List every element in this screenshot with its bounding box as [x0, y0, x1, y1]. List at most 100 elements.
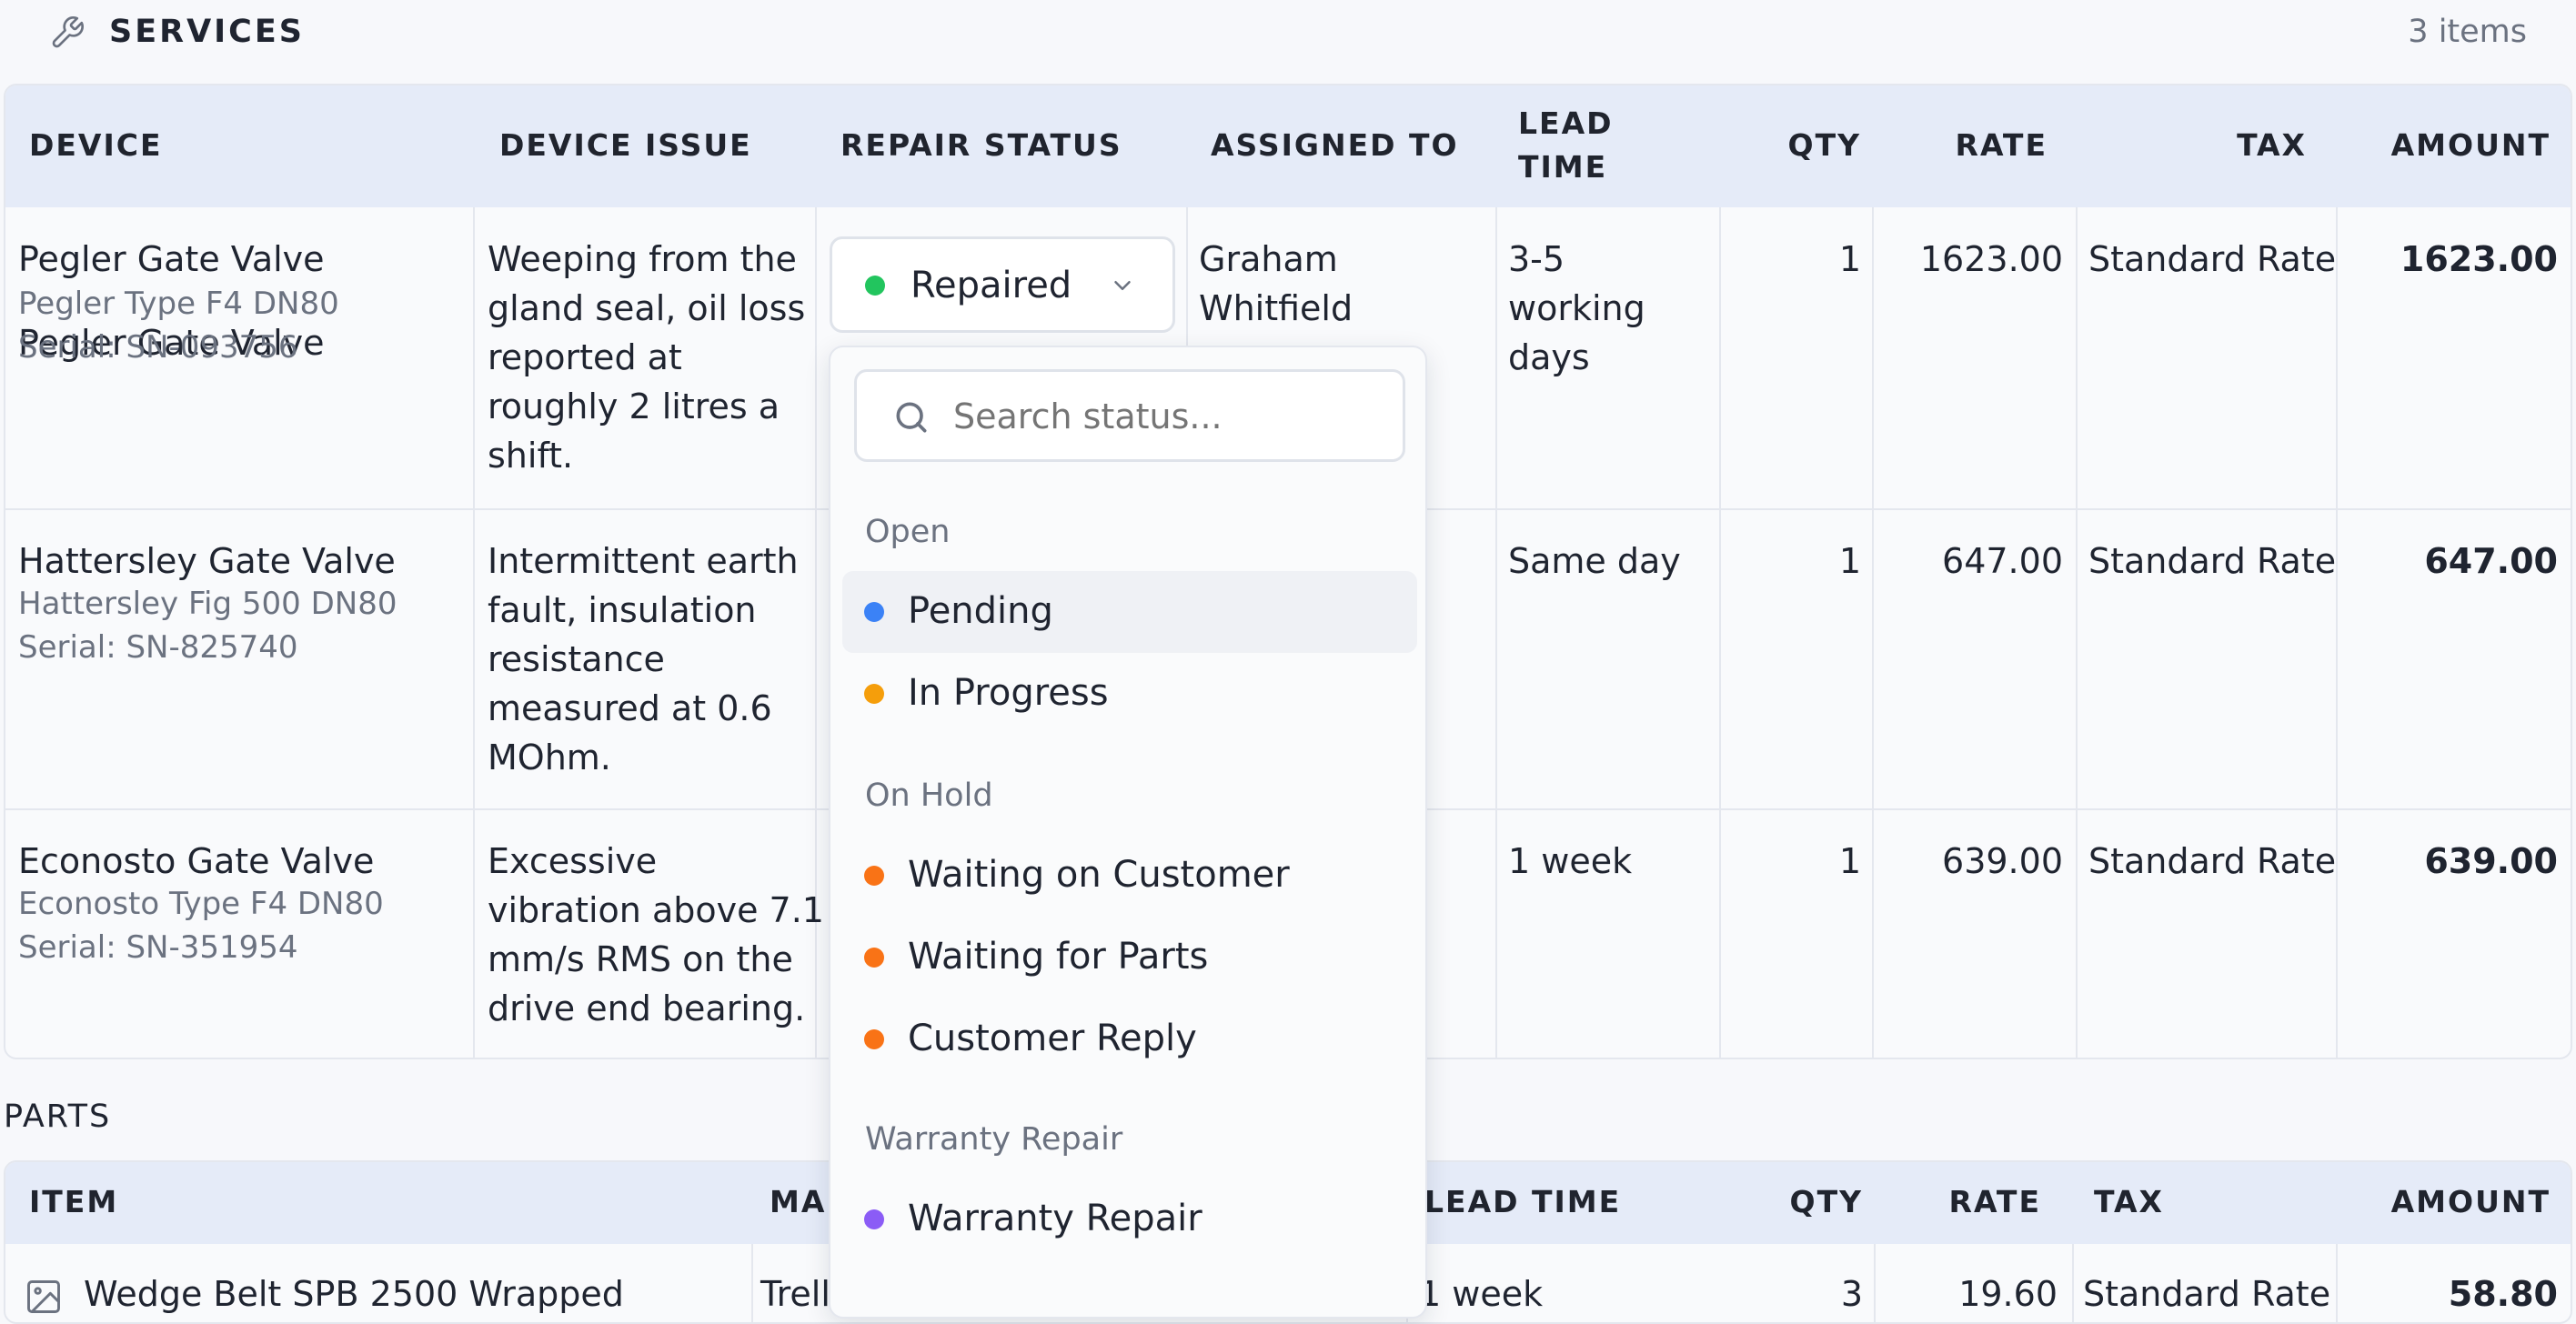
tax: Standard Rate: [2088, 239, 2337, 279]
device-issue: MOhm.: [488, 737, 611, 777]
chevron-down-icon: [1109, 272, 1136, 299]
col-parts-rate: RATE: [1948, 1184, 2041, 1219]
part-lead-time: 1 week: [1419, 1274, 1544, 1314]
device-issue: shift.: [488, 436, 574, 476]
status-dot-repaired: [865, 276, 885, 296]
status-option-label: Warranty Repair: [908, 1198, 1202, 1239]
col-parts-amount: AMOUNT: [2390, 1184, 2551, 1219]
device-serial: Serial: SN-093756: [18, 329, 298, 366]
status-option-label: Pending: [908, 590, 1053, 632]
device-serial: Serial: SN-351954: [18, 929, 298, 966]
part-qty: 3: [1840, 1274, 1863, 1314]
amount: 639.00: [2424, 841, 2558, 881]
device-model: Econosto Type F4 DN80: [18, 886, 384, 922]
search-icon: [891, 397, 931, 437]
col-device-issue: DEVICE ISSUE: [499, 127, 752, 163]
device-issue: reported at: [488, 337, 682, 377]
col-assigned-to: ASSIGNED TO: [1211, 127, 1459, 163]
device-issue: vibration above 7.1: [488, 890, 824, 930]
assigned-to: Whitfield: [1199, 288, 1353, 328]
amount: 647.00: [2424, 541, 2558, 581]
device-issue: roughly 2 litres a: [488, 386, 780, 426]
lead-time: 3-5: [1508, 239, 1565, 279]
device-model: Pegler Type F4 DN80: [18, 286, 339, 322]
device-issue: Weeping from the: [488, 239, 797, 279]
status-dot-in-progress: [864, 684, 884, 704]
status-option-pending[interactable]: Pending: [842, 571, 1417, 653]
device-serial: Serial: SN-825740: [18, 629, 298, 666]
col-item: ITEM: [29, 1184, 119, 1219]
rate: 639.00: [1942, 841, 2063, 881]
tax: Standard Rate: [2088, 541, 2337, 581]
status-dropdown: Open Pending In Progress On Hold Waiting…: [829, 346, 1427, 1319]
status-option-customer-reply[interactable]: Customer Reply: [842, 998, 1417, 1080]
device-issue: mm/s RMS on the: [488, 939, 793, 979]
part-tax: Standard Rate: [2083, 1274, 2331, 1314]
col-tax: TAX: [2237, 127, 2307, 163]
device-issue: Excessive: [488, 841, 658, 881]
services-item-count: 3 items: [2408, 14, 2527, 50]
group-label-on-hold: On Hold: [865, 777, 993, 814]
status-search-box[interactable]: [854, 369, 1405, 462]
parts-title: PARTS: [4, 1098, 112, 1135]
status-dot-pending: [864, 602, 884, 622]
status-dot-customer-reply: [864, 1029, 884, 1049]
device-issue: fault, insulation: [488, 590, 757, 630]
assigned-to: Graham: [1199, 239, 1338, 279]
col-manufacturer: MA: [770, 1184, 827, 1219]
device-issue: measured at 0.6: [488, 688, 772, 728]
group-label-warranty-repair: Warranty Repair: [865, 1121, 1123, 1158]
device-name: Hattersley Gate Valve: [18, 541, 396, 581]
status-option-warranty-repair[interactable]: Warranty Repair: [842, 1179, 1417, 1260]
col-parts-tax: TAX: [2094, 1184, 2164, 1219]
status-option-in-progress[interactable]: In Progress: [842, 653, 1417, 735]
col-device: DEVICE: [29, 127, 163, 163]
status-option-label: In Progress: [908, 672, 1109, 714]
lead-time: days: [1508, 337, 1590, 377]
status-dot-waiting-for-parts: [864, 948, 884, 968]
col-parts-qty: QTY: [1789, 1184, 1863, 1219]
tax: Standard Rate: [2088, 841, 2337, 881]
col-rate: RATE: [1955, 127, 2048, 163]
device-issue: resistance: [488, 639, 665, 679]
wrench-icon: [49, 15, 86, 51]
col-parts-lead-time: LEAD TIME: [1424, 1184, 1622, 1219]
lead-time: Same day: [1508, 541, 1681, 581]
group-label-open: Open: [865, 514, 951, 550]
status-dot-waiting-on-customer: [864, 866, 884, 886]
status-dot-warranty-repair: [864, 1209, 884, 1229]
image-icon: [24, 1277, 64, 1317]
device-issue: gland seal, oil loss: [488, 288, 806, 328]
repair-status-select[interactable]: Repaired: [830, 236, 1175, 333]
device-name: Pegler Gate Valve: [18, 239, 325, 279]
rate: 647.00: [1942, 541, 2063, 581]
services-section-header: SERVICES 3 items: [0, 0, 2576, 84]
device-issue: drive end bearing.: [488, 988, 806, 1028]
device-name: Econosto Gate Valve: [18, 841, 375, 881]
status-option-waiting-for-parts[interactable]: Waiting for Parts: [842, 917, 1417, 998]
status-option-label: Waiting on Customer: [908, 854, 1290, 896]
lead-time: working: [1508, 288, 1645, 328]
status-option-label: Customer Reply: [908, 1018, 1197, 1059]
part-item-name: Wedge Belt SPB 2500 Wrapped: [84, 1274, 624, 1314]
amount: 1623.00: [2400, 239, 2558, 279]
status-option-label: Waiting for Parts: [908, 936, 1209, 978]
device-issue: Intermittent earth: [488, 541, 799, 581]
qty: 1: [1838, 239, 1861, 279]
part-amount: 58.80: [2448, 1274, 2558, 1314]
status-option-waiting-on-customer[interactable]: Waiting on Customer: [842, 835, 1417, 917]
qty: 1: [1838, 841, 1861, 881]
part-rate: 19.60: [1958, 1274, 2058, 1314]
col-repair-status: REPAIR STATUS: [840, 127, 1122, 163]
lead-time: 1 week: [1508, 841, 1633, 881]
device-model: Hattersley Fig 500 DN80: [18, 586, 397, 622]
col-qty: QTY: [1787, 127, 1861, 163]
rate: 1623.00: [1919, 239, 2063, 279]
qty: 1: [1838, 541, 1861, 581]
col-amount: AMOUNT: [2390, 127, 2551, 163]
status-search-input[interactable]: [951, 388, 1392, 445]
services-title: SERVICES: [109, 14, 305, 50]
col-lead-time-2: TIME: [1518, 149, 1608, 185]
col-lead-time-1: LEAD: [1518, 105, 1614, 141]
repair-status-value: Repaired: [911, 265, 1072, 306]
